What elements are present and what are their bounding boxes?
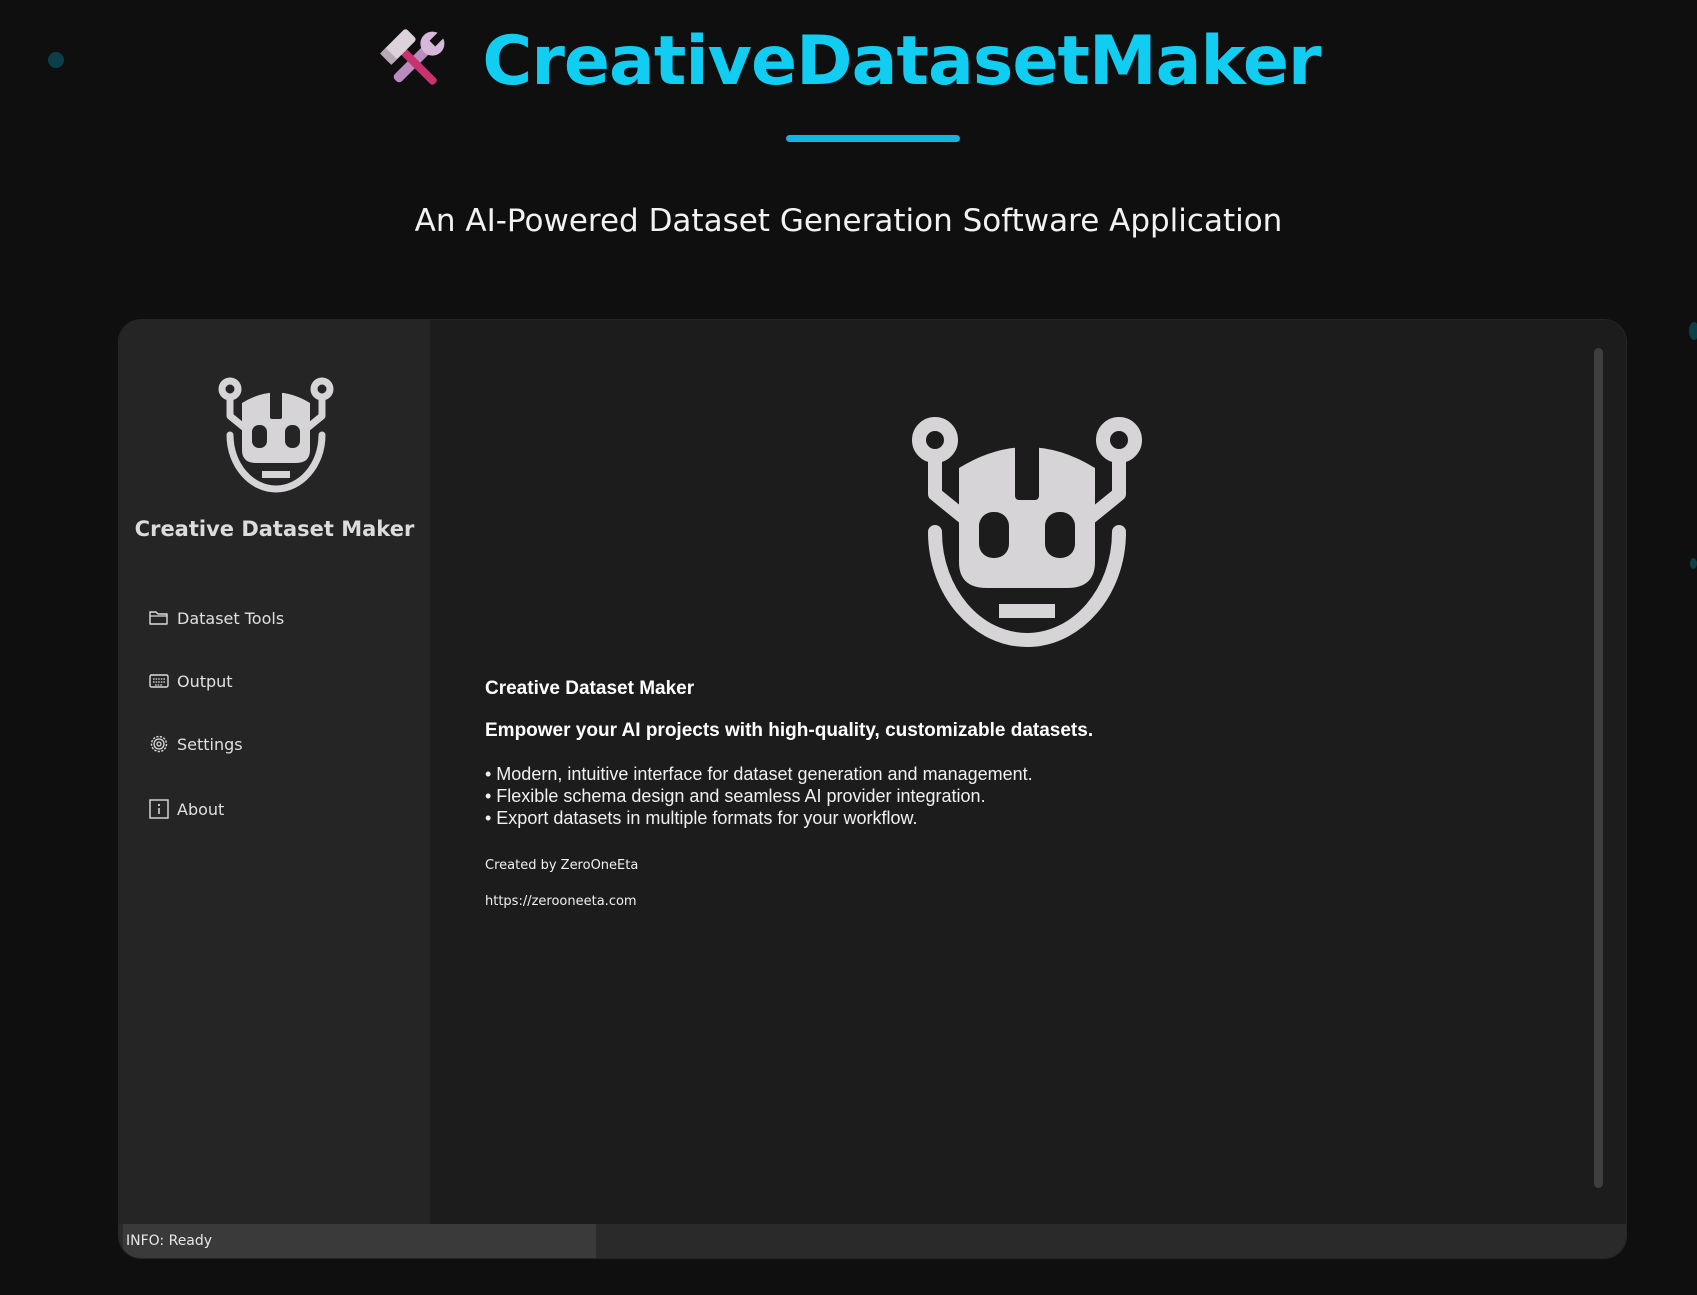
list-item: • Flexible schema design and seamless AI… [485,786,986,806]
keyboard-icon [149,674,169,688]
vertical-scrollbar[interactable] [1594,348,1603,1188]
hero-header: CreativeDatasetMaker [0,22,1697,101]
app-window: Creative Dataset Maker Dataset Tools Out… [119,320,1626,1258]
decorative-dot [1689,322,1697,340]
sidebar-item-label: Settings [177,734,243,754]
about-tagline: Empower your AI projects with high-quali… [485,720,1094,741]
hammer-and-wrench-icon [380,28,445,85]
about-panel: Creative Dataset Maker Empower your AI p… [430,320,1626,1224]
status-bar: INFO: Ready [119,1224,1626,1258]
status-text: INFO: Ready [123,1224,596,1258]
sidebar: Creative Dataset Maker Dataset Tools Out… [119,320,430,1224]
folder-icon [149,611,168,625]
sidebar-item-output[interactable]: Output [148,666,233,696]
list-item: • Export datasets in multiple formats fo… [485,808,918,828]
robot-head-icon [912,417,1142,647]
info-icon [149,799,169,819]
sidebar-item-label: Dataset Tools [177,608,285,628]
page: CreativeDatasetMaker An AI-Powered Datas… [0,0,1697,1295]
sidebar-item-label: Output [177,671,233,691]
hero-underline [786,135,960,142]
feature-list: • Modern, intuitive interface for datase… [485,763,1033,829]
gear-icon [150,735,168,753]
website-link[interactable]: https://zerooneeta.com [485,894,637,909]
sidebar-item-about[interactable]: About [148,794,224,824]
hero-title: CreativeDatasetMaker [482,22,1321,101]
sidebar-item-dataset-tools[interactable]: Dataset Tools [148,603,284,633]
list-item: • Modern, intuitive interface for datase… [485,764,1033,784]
robot-head-icon [218,377,334,493]
sidebar-item-settings[interactable]: Settings [148,729,243,759]
sidebar-item-label: About [177,799,225,819]
decorative-dot [1690,558,1697,569]
sidebar-app-name: Creative Dataset Maker [134,517,415,541]
hero-subtitle: An AI-Powered Dataset Generation Softwar… [414,203,1283,239]
about-title: Creative Dataset Maker [485,678,695,699]
created-by: Created by ZeroOneEta [485,858,639,873]
